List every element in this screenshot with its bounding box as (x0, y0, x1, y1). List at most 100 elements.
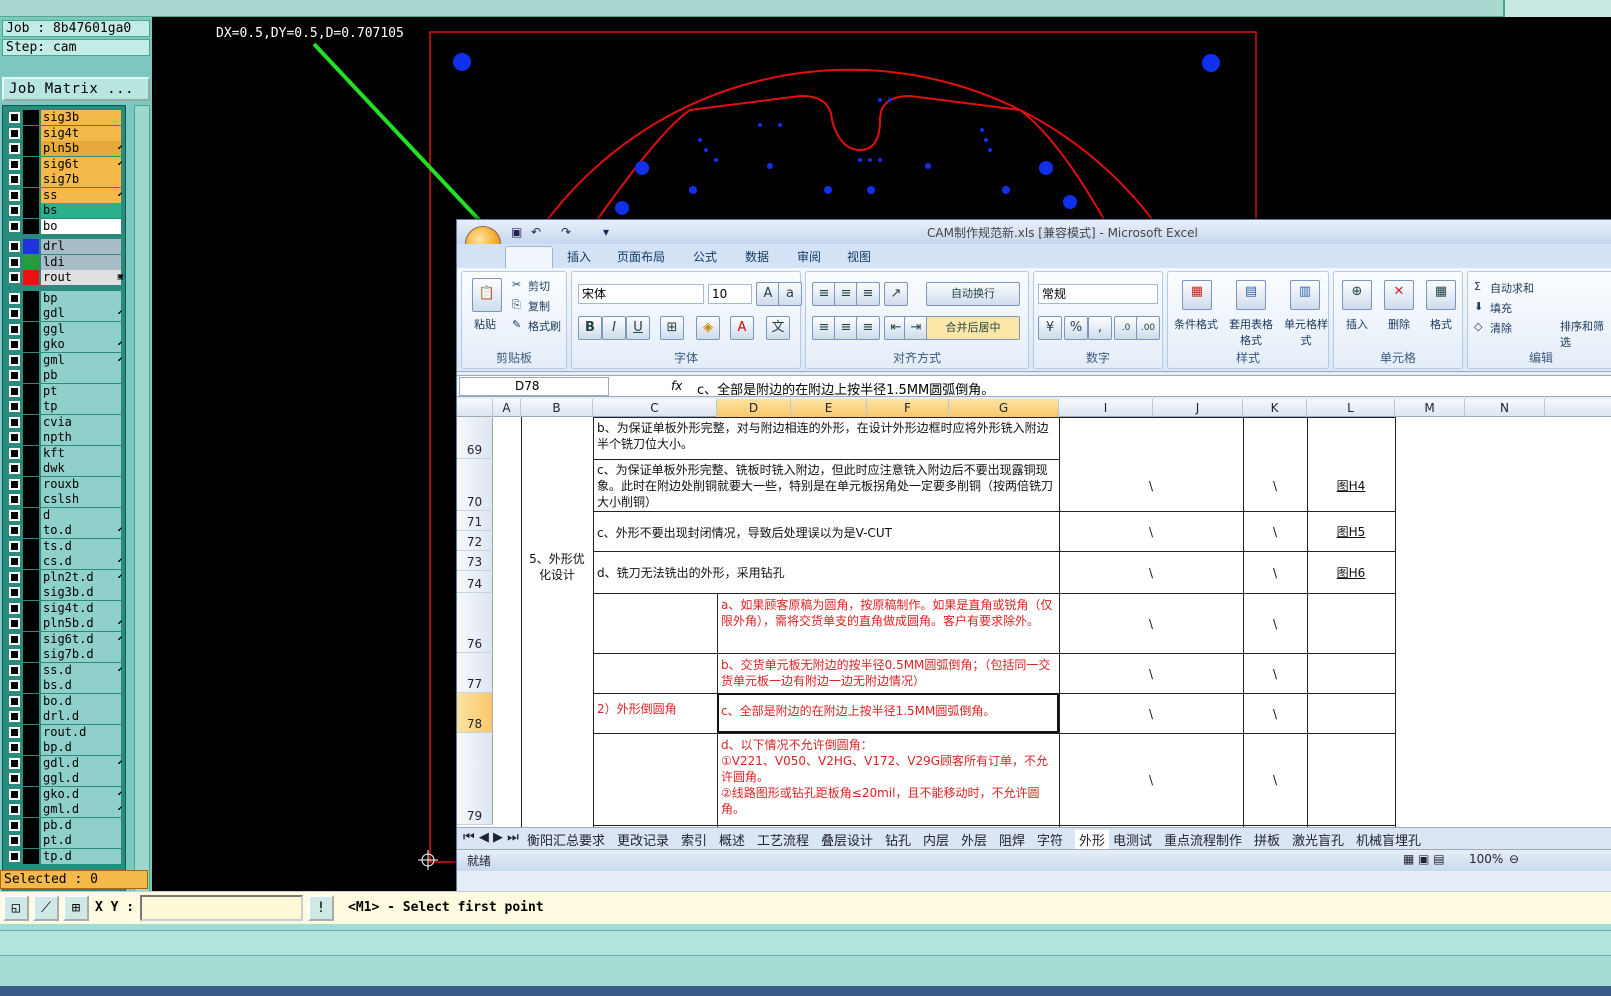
column-header[interactable]: N (1465, 399, 1545, 417)
layer-checkbox[interactable] (9, 509, 20, 521)
tab-2[interactable]: 页面布局 (617, 248, 665, 265)
increase-decimal-icon[interactable]: .0 (1114, 316, 1138, 340)
layer-row[interactable]: drl (3, 239, 125, 254)
fill-button[interactable]: 填充 (1490, 300, 1512, 316)
align-center-icon[interactable]: ≡ (834, 316, 858, 340)
layer-row[interactable]: ggl (3, 321, 125, 337)
column-header[interactable]: G (949, 399, 1059, 417)
select-all-corner[interactable] (457, 399, 493, 417)
quick-access-dropdown-icon[interactable]: ▾ (603, 225, 609, 239)
currency-icon[interactable]: ¥ (1038, 316, 1062, 340)
save-icon[interactable]: ▣ (511, 225, 522, 239)
layer-checkbox[interactable] (9, 788, 20, 800)
layer-checkbox[interactable] (9, 416, 20, 428)
layer-checkbox[interactable] (9, 127, 20, 139)
layer-checkbox[interactable] (9, 525, 20, 536)
layer-checkbox[interactable] (9, 540, 20, 552)
layer-row[interactable]: sig6t ⬋ (3, 156, 125, 172)
layer-row[interactable]: cs.d ⬋ (3, 554, 125, 569)
column-header[interactable]: A (493, 399, 521, 417)
row-header[interactable]: 69 (457, 417, 493, 459)
layer-row[interactable]: d (3, 507, 125, 523)
grid-tool-icon[interactable]: ⊞ (63, 895, 89, 921)
sheet-tab[interactable]: 机械盲埋孔 (1356, 830, 1421, 849)
sheet-tab[interactable]: 外形 (1075, 830, 1110, 849)
align-top-icon[interactable]: ≡ (812, 282, 836, 306)
layer-row[interactable]: gko.d ⬋ (3, 786, 125, 802)
cut-button[interactable]: 剪切 (528, 278, 550, 294)
indent-icon[interactable]: ⇥ (904, 316, 928, 340)
layer-row[interactable]: sig3b (3, 110, 125, 125)
sheet-tab[interactable]: 更改记录 (617, 830, 669, 849)
layer-row[interactable]: sig6t.d ⬋ (3, 631, 125, 647)
layer-row[interactable]: gdl ⬋ (3, 306, 125, 321)
row-header[interactable]: 71 (457, 511, 493, 531)
layer-row[interactable]: ss ⬋ (3, 187, 125, 203)
layer-row[interactable]: pt.d (3, 833, 125, 848)
cell[interactable]: b、为保证单板外形完整，对与附边相连的外形，在设计外形边框时应将外形铣入附边半个… (594, 418, 1058, 458)
autosum-button[interactable]: 自动求和 (1490, 280, 1534, 296)
slash-cell[interactable]: \ (1059, 704, 1243, 722)
layer-row[interactable]: tp (3, 399, 125, 414)
layer-checkbox[interactable] (9, 494, 20, 505)
sheet-tab[interactable]: 衡阳汇总要求 (527, 830, 605, 849)
layer-checkbox[interactable] (9, 680, 20, 691)
layer-row[interactable]: bo.d (3, 693, 125, 709)
column-header[interactable]: I (1059, 399, 1153, 417)
column-header[interactable]: C (593, 399, 717, 417)
layer-checkbox[interactable] (9, 354, 20, 366)
align-middle-icon[interactable]: ≡ (834, 282, 858, 306)
percent-icon[interactable]: % (1064, 316, 1088, 340)
layer-row[interactable]: dwk (3, 461, 125, 476)
layer-row[interactable]: bs.d (3, 678, 125, 693)
slash-cell[interactable]: \ (1059, 614, 1243, 632)
layer-checkbox[interactable] (9, 112, 20, 123)
layer-checkbox[interactable] (9, 292, 20, 304)
layer-checkbox[interactable] (9, 205, 20, 216)
name-box[interactable]: D78 (459, 377, 609, 396)
cell[interactable]: d、铣刀无法铣出的外形，采用钻孔 (594, 563, 1058, 583)
layer-row[interactable]: ts.d (3, 538, 125, 554)
layer-row[interactable]: pln5b.d ⬋ (3, 616, 125, 631)
layer-row[interactable]: bo (3, 218, 125, 234)
layer-checkbox[interactable] (9, 323, 20, 335)
grow-font-icon[interactable]: A (756, 282, 780, 306)
layer-row[interactable]: bp.d (3, 740, 125, 755)
layer-row[interactable]: gdl.d ⬋ (3, 755, 125, 771)
slash-cell[interactable]: \ (1243, 704, 1307, 722)
worksheet-grid[interactable]: ABCDEFGIJKLMN 69 70 71 72 73 74 76 77 78 79 b、为保证单… (457, 399, 1611, 839)
layer-row[interactable]: sig7b (3, 172, 125, 187)
cell[interactable]: a、如果顾客原稿为圆角，按原稿制作。如果是直角或锐角（仅限外角），需将交货单支的… (718, 595, 1058, 651)
layer-checkbox[interactable] (9, 711, 20, 722)
excel-titlebar[interactable]: ▣ ↶ ↷ ▾ CAM制作规范新.xls [兼容模式] - Microsoft … (457, 220, 1611, 244)
layer-row[interactable]: gko ⬋ (3, 337, 125, 352)
slash-cell[interactable]: \ (1243, 522, 1307, 540)
table-format-button[interactable]: 套用表格格式 (1226, 316, 1276, 348)
table-format-icon[interactable]: ▤ (1236, 280, 1266, 310)
sheet-tab[interactable]: 外层 (961, 830, 987, 849)
fx-icon[interactable]: fx (671, 379, 682, 393)
layer-checkbox[interactable] (9, 447, 20, 459)
layer-row[interactable]: rouxb (3, 476, 125, 492)
sheet-tab[interactable]: 概述 (719, 830, 745, 849)
row-header[interactable]: 79 (457, 733, 493, 825)
tab-6[interactable]: 视图 (847, 248, 871, 265)
conditional-format-button[interactable]: 条件格式 (1174, 316, 1218, 332)
layer-checkbox[interactable] (9, 370, 20, 381)
layer-row[interactable]: rout.d (3, 724, 125, 740)
layer-row[interactable]: kft (3, 445, 125, 461)
layer-checkbox[interactable] (9, 256, 20, 268)
fill-color-icon[interactable]: ◈ (696, 316, 720, 340)
layer-row[interactable]: bs (3, 203, 125, 218)
row-header[interactable]: 78 (457, 693, 493, 733)
layer-row[interactable]: pb (3, 368, 125, 383)
column-header[interactable]: L (1307, 399, 1395, 417)
figure-link[interactable]: 图H6 (1307, 563, 1395, 581)
measure-tool-icon[interactable]: ⟋ (33, 895, 59, 921)
clear-button[interactable]: 清除 (1490, 320, 1512, 336)
layer-checkbox[interactable] (9, 835, 20, 846)
layer-row[interactable]: sig3b.d (3, 585, 125, 600)
layer-checkbox[interactable] (9, 220, 20, 232)
delete-cells-icon[interactable]: ✕ (1384, 280, 1414, 310)
layer-checkbox[interactable] (9, 478, 20, 490)
